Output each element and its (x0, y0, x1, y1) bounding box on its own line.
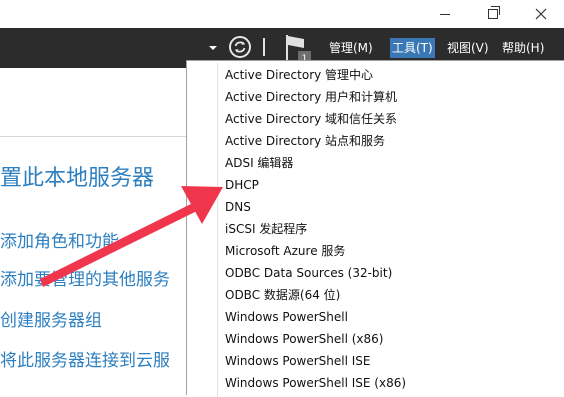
menu-item-powershell-x86[interactable]: Windows PowerShell (x86) (225, 329, 383, 349)
restore-icon (488, 6, 500, 19)
add-servers-link[interactable]: 添加要管理的其他服务 (0, 265, 170, 290)
menu-item-azure[interactable]: Microsoft Azure 服务 (225, 241, 345, 261)
menu-item-ad-domains-trusts[interactable]: Active Directory 域和信任关系 (225, 109, 397, 129)
menu-item-ad-users-computers[interactable]: Active Directory 用户和计算机 (225, 87, 397, 107)
menu-view[interactable]: 视图(V) (445, 38, 491, 58)
header-separator (263, 38, 265, 56)
tools-dropdown-menu: Active Directory 管理中心 Active Directory 用… (186, 60, 564, 397)
menu-item-odbc-32[interactable]: ODBC Data Sources (32-bit) (225, 263, 392, 283)
menu-item-ad-admin-center[interactable]: Active Directory 管理中心 (225, 65, 373, 85)
close-button[interactable] (518, 0, 564, 28)
menu-item-odbc-64[interactable]: ODBC 数据源(64 位) (225, 285, 340, 305)
configure-server-title: 置此本地服务器 (0, 166, 155, 191)
menu-manage[interactable]: 管理(M) (327, 38, 375, 58)
left-divider (0, 136, 186, 137)
menu-icon-gutter (187, 61, 217, 395)
notifications-flag-icon[interactable]: 1 (284, 33, 312, 63)
menu-item-powershell-ise[interactable]: Windows PowerShell ISE (225, 351, 371, 371)
menu-tools[interactable]: 工具(T) (390, 38, 435, 58)
menu-item-adsi-edit[interactable]: ADSI 编辑器 (225, 153, 293, 173)
maximize-button[interactable] (470, 0, 516, 28)
menu-help[interactable]: 帮助(H) (500, 38, 546, 58)
menu-gutter-divider (217, 63, 218, 397)
chevron-down-icon[interactable] (208, 44, 218, 52)
refresh-icon[interactable] (228, 35, 252, 59)
minimize-icon (440, 13, 450, 15)
menu-item-ad-sites-services[interactable]: Active Directory 站点和服务 (225, 131, 385, 151)
menu-item-dhcp[interactable]: DHCP (225, 175, 259, 195)
menu-item-iscsi[interactable]: iSCSI 发起程序 (225, 219, 307, 239)
menu-item-dns[interactable]: DNS (225, 197, 251, 217)
minimize-button[interactable] (422, 0, 468, 28)
add-roles-link[interactable]: 添加角色和功能 (0, 227, 119, 252)
menu-item-powershell-ise-x86[interactable]: Windows PowerShell ISE (x86) (225, 373, 406, 393)
connect-cloud-link[interactable]: 将此服务器连接到云服 (0, 346, 170, 371)
menu-item-powershell[interactable]: Windows PowerShell (225, 307, 348, 327)
create-server-group-link[interactable]: 创建服务器组 (0, 306, 102, 331)
close-icon (535, 8, 547, 20)
window-titlebar (0, 0, 564, 28)
